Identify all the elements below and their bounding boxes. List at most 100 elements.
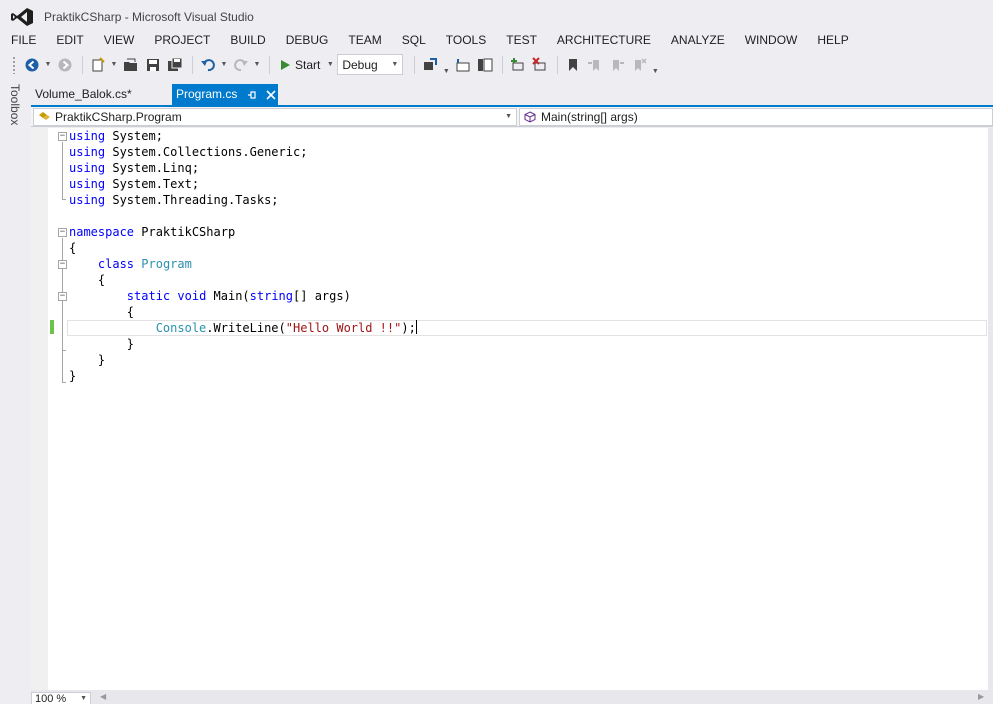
- code-line[interactable]: Console.WriteLine("Hello World !!");: [69, 320, 417, 336]
- code-line[interactable]: using System;: [69, 128, 417, 144]
- indicator-margin[interactable]: [31, 128, 48, 690]
- code-line[interactable]: {: [69, 304, 417, 320]
- back-icon[interactable]: [22, 55, 42, 75]
- menu-architecture[interactable]: ARCHITECTURE: [547, 31, 661, 50]
- code-token: string: [249, 289, 294, 303]
- attach-dropdown-icon[interactable]: ▼: [442, 55, 450, 75]
- redo-dropdown-icon[interactable]: ▼: [253, 55, 261, 75]
- code-line[interactable]: static void Main(string[] args): [69, 288, 417, 304]
- new-project-dropdown-icon[interactable]: ▼: [110, 55, 118, 75]
- code-token: {: [69, 305, 135, 319]
- menu-test[interactable]: TEST: [496, 31, 547, 50]
- menu-build[interactable]: BUILD: [220, 31, 275, 50]
- vertical-scrollbar[interactable]: [988, 128, 993, 690]
- solution-configuration-value: Debug: [342, 57, 378, 72]
- member-dropdown-value: Main(string[] args): [541, 110, 638, 124]
- code-token: using: [69, 177, 106, 191]
- menu-analyze[interactable]: ANALYZE: [661, 31, 735, 50]
- code-line[interactable]: {: [69, 240, 417, 256]
- menu-team[interactable]: TEAM: [338, 31, 391, 50]
- open-file-icon[interactable]: [121, 55, 141, 75]
- code-token: using: [69, 145, 106, 159]
- outline-guide: [62, 199, 66, 200]
- start-debugging-button[interactable]: Start: [275, 55, 324, 75]
- scroll-right-icon[interactable]: ▶: [978, 692, 984, 701]
- save-icon[interactable]: [143, 55, 163, 75]
- menu-sql[interactable]: SQL: [392, 31, 436, 50]
- tab-label: Volume_Balok.cs*: [35, 87, 132, 101]
- member-dropdown[interactable]: Main(string[] args): [519, 108, 993, 126]
- attach-icon[interactable]: [420, 55, 440, 75]
- forward-icon[interactable]: [55, 55, 75, 75]
- collapse-icon[interactable]: −: [58, 132, 67, 141]
- clear-bookmarks-icon[interactable]: [629, 55, 649, 75]
- next-bookmark-icon[interactable]: [607, 55, 627, 75]
- type-dropdown[interactable]: PraktikCSharp.Program ▼: [33, 108, 517, 126]
- back-dropdown-icon[interactable]: ▼: [44, 55, 52, 75]
- code-line[interactable]: }: [69, 336, 417, 352]
- step-icon[interactable]: [453, 55, 473, 75]
- save-all-icon[interactable]: [165, 55, 185, 75]
- class-icon: [39, 112, 50, 120]
- menu-project[interactable]: PROJECT: [144, 31, 220, 50]
- toolbar-overflow-icon[interactable]: ▼: [651, 55, 659, 75]
- menu-view[interactable]: VIEW: [94, 31, 145, 50]
- uncomment-icon[interactable]: [530, 55, 550, 75]
- new-project-icon[interactable]: [88, 55, 108, 75]
- tab-volume-balok[interactable]: Volume_Balok.cs*: [31, 84, 168, 105]
- toolbar-grip[interactable]: [12, 55, 16, 74]
- navigation-bar: PraktikCSharp.Program ▼ Main(string[] ar…: [31, 107, 993, 127]
- solution-configuration-select[interactable]: Debug ▼: [337, 54, 404, 75]
- tab-program[interactable]: Program.cs: [172, 84, 278, 105]
- code-token: Main(: [206, 289, 250, 303]
- bookmark-icon[interactable]: [563, 55, 583, 75]
- previous-bookmark-icon[interactable]: [585, 55, 605, 75]
- start-dropdown-icon[interactable]: ▼: [326, 55, 334, 75]
- menu-file[interactable]: FILE: [0, 31, 46, 50]
- code-line[interactable]: using System.Linq;: [69, 160, 417, 176]
- scroll-left-icon[interactable]: ◀: [100, 692, 106, 701]
- toolbar-separator: [269, 55, 270, 74]
- redo-icon[interactable]: [231, 55, 251, 75]
- code-token: namespace: [69, 225, 135, 239]
- menu-debug[interactable]: DEBUG: [276, 31, 339, 50]
- code-line[interactable]: }: [69, 368, 417, 384]
- pane-icon[interactable]: [475, 55, 495, 75]
- code-line[interactable]: {: [69, 272, 417, 288]
- menu-help[interactable]: HELP: [807, 31, 858, 50]
- toolbar-separator: [82, 55, 83, 74]
- code-line[interactable]: using System.Text;: [69, 176, 417, 192]
- code-line[interactable]: namespace PraktikCSharp: [69, 224, 417, 240]
- undo-icon[interactable]: [198, 55, 218, 75]
- code-token: using: [69, 161, 106, 175]
- code-line[interactable]: using System.Collections.Generic;: [69, 144, 417, 160]
- code-line[interactable]: [69, 208, 417, 224]
- visual-studio-logo-icon: [11, 8, 33, 26]
- menu-tools[interactable]: TOOLS: [436, 31, 496, 50]
- toolbox-tab[interactable]: Toolbox: [8, 84, 22, 125]
- code-line[interactable]: }: [69, 352, 417, 368]
- code-token: [] args): [293, 289, 351, 303]
- comment-icon[interactable]: [508, 55, 528, 75]
- code-token: using: [69, 193, 106, 207]
- code-token: System.Collections.Generic;: [105, 145, 308, 159]
- menu-window[interactable]: WINDOW: [735, 31, 808, 50]
- collapse-icon[interactable]: −: [58, 228, 67, 237]
- collapse-icon[interactable]: −: [58, 292, 67, 301]
- code-line[interactable]: class Program: [69, 256, 417, 272]
- close-icon[interactable]: [266, 89, 276, 100]
- code-line[interactable]: using System.Threading.Tasks;: [69, 192, 417, 208]
- horizontal-scrollbar[interactable]: [31, 690, 993, 704]
- menu-edit[interactable]: EDIT: [46, 31, 93, 50]
- collapse-icon[interactable]: −: [58, 260, 67, 269]
- code-editor[interactable]: − − − − using System; using System.Collec…: [31, 128, 988, 690]
- start-icon: [281, 59, 290, 70]
- toolbar-separator: [502, 55, 504, 74]
- zoom-level-select[interactable]: 100 % ▼: [31, 692, 91, 704]
- code-text[interactable]: using System; using System.Collections.Ge…: [69, 128, 417, 384]
- code-token: }: [69, 369, 77, 383]
- undo-dropdown-icon[interactable]: ▼: [220, 55, 228, 75]
- text-caret: [415, 320, 417, 334]
- pin-icon[interactable]: [247, 90, 257, 100]
